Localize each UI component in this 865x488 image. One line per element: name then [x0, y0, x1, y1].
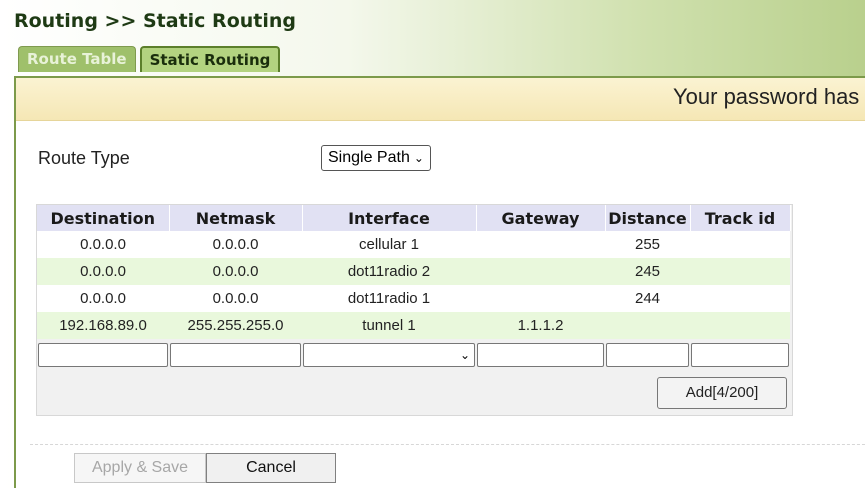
- cell-gateway: [476, 231, 605, 258]
- add-route-button[interactable]: Add[4/200]: [657, 377, 787, 409]
- chevron-down-icon: ⌄: [413, 151, 424, 165]
- notice-text: Your password has: [673, 84, 860, 109]
- tab-static-routing[interactable]: Static Routing: [139, 46, 281, 72]
- cell-netmask: 0.0.0.0: [169, 231, 302, 258]
- table-row: 0.0.0.0 0.0.0.0 dot11radio 2 245: [37, 258, 790, 285]
- destination-input[interactable]: [38, 343, 168, 367]
- table-header-row: Destination Netmask Interface Gateway Di…: [37, 205, 791, 231]
- interface-select[interactable]: ⌄: [303, 343, 475, 367]
- col-header-gateway: Gateway: [476, 205, 606, 231]
- cell-interface: cellular 1: [302, 231, 476, 258]
- cell-interface: dot11radio 2: [302, 258, 476, 285]
- cell-interface: tunnel 1: [302, 312, 476, 339]
- col-header-destination: Destination: [37, 205, 170, 231]
- cell-distance: 244: [605, 285, 690, 312]
- cell-gateway: [476, 258, 605, 285]
- cell-track-id: [690, 258, 790, 285]
- track-id-input[interactable]: [691, 343, 789, 367]
- cell-track-id: [690, 231, 790, 258]
- cell-interface: dot11radio 1: [302, 285, 476, 312]
- cell-track-id: [690, 285, 790, 312]
- cell-distance: 255: [605, 231, 690, 258]
- content-panel: Your password has Route Type Single Path…: [14, 76, 865, 488]
- cell-netmask: 0.0.0.0: [169, 258, 302, 285]
- new-route-input-row: ⌄: [37, 339, 790, 371]
- cell-destination: 0.0.0.0: [37, 285, 169, 312]
- table-row: 0.0.0.0 0.0.0.0 dot11radio 1 244: [37, 285, 790, 312]
- cell-distance: 245: [605, 258, 690, 285]
- cell-destination: 192.168.89.0: [37, 312, 169, 339]
- apply-save-button[interactable]: Apply & Save: [74, 453, 206, 483]
- table-row: 192.168.89.0 255.255.255.0 tunnel 1 1.1.…: [37, 312, 790, 339]
- cell-track-id: [690, 312, 790, 339]
- cell-netmask: 0.0.0.0: [169, 285, 302, 312]
- divider: [30, 444, 865, 445]
- netmask-input[interactable]: [170, 343, 301, 367]
- cancel-button[interactable]: Cancel: [206, 453, 336, 483]
- cell-gateway: 1.1.1.2: [476, 312, 605, 339]
- password-notice: Your password has: [16, 78, 865, 121]
- col-header-interface: Interface: [302, 205, 477, 231]
- route-type-select[interactable]: Single Path ⌄: [321, 145, 431, 171]
- cell-destination: 0.0.0.0: [37, 258, 169, 285]
- cell-distance: [605, 312, 690, 339]
- col-header-distance: Distance: [605, 205, 691, 231]
- chevron-down-icon: ⌄: [459, 348, 470, 362]
- table-row: 0.0.0.0 0.0.0.0 cellular 1 255: [37, 231, 790, 258]
- gateway-input[interactable]: [477, 343, 604, 367]
- cell-netmask: 255.255.255.0: [169, 312, 302, 339]
- col-header-netmask: Netmask: [169, 205, 303, 231]
- cell-gateway: [476, 285, 605, 312]
- tab-bar: Route Table Static Routing: [18, 46, 281, 72]
- cell-destination: 0.0.0.0: [37, 231, 169, 258]
- route-type-label: Route Type: [38, 148, 130, 168]
- route-type-value: Single Path: [328, 149, 410, 166]
- distance-input[interactable]: [606, 343, 689, 367]
- page-title: Routing >> Static Routing: [14, 10, 296, 32]
- route-table: Destination Netmask Interface Gateway Di…: [36, 204, 793, 416]
- tab-route-table[interactable]: Route Table: [18, 46, 136, 72]
- col-header-track-id: Track id: [690, 205, 791, 231]
